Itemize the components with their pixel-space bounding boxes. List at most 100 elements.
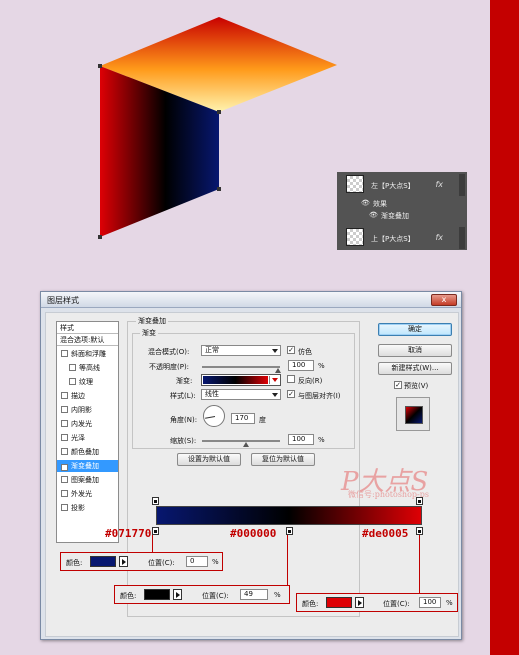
style-checkbox[interactable]: [61, 406, 68, 413]
eye-icon[interactable]: 👁: [361, 199, 370, 207]
style-item[interactable]: 内发光: [57, 418, 118, 430]
opacity-knob[interactable]: [275, 368, 281, 373]
styles-header[interactable]: 样式: [57, 322, 118, 334]
style-checkbox[interactable]: [61, 434, 68, 441]
style-item[interactable]: 内阴影: [57, 404, 118, 416]
style-item-label: 颜色叠加: [71, 448, 99, 456]
style-checkbox[interactable]: [61, 490, 68, 497]
style-item[interactable]: 斜面和浮雕: [57, 348, 118, 360]
dialog-titlebar[interactable]: 图层样式 x: [41, 292, 461, 308]
opacity-stop-left[interactable]: [152, 497, 159, 505]
style-item[interactable]: 纹理: [57, 376, 118, 388]
style-item[interactable]: 光泽: [57, 432, 118, 444]
color-swatch-2[interactable]: [144, 589, 170, 600]
scrollbar[interactable]: [459, 227, 465, 249]
gradient-preview-swatch[interactable]: [203, 376, 268, 384]
style-preview: [396, 397, 430, 431]
opacity-slider[interactable]: [202, 366, 280, 368]
fx-icon[interactable]: fx: [435, 233, 443, 242]
style-item[interactable]: 描边: [57, 390, 118, 402]
layer-thumbnail: [346, 228, 364, 246]
style-item[interactable]: 图案叠加: [57, 474, 118, 486]
layers-panel: 左【P大点S】 fx 👁 效果 👁 渐变叠加 上【P大点S】 fx: [337, 172, 467, 250]
align-layer-label: 与图层对齐(I): [298, 392, 341, 400]
angle-input[interactable]: 170: [231, 413, 255, 424]
style-item[interactable]: 等高线: [57, 362, 118, 374]
color-stop-1[interactable]: [152, 527, 159, 535]
scale-slider[interactable]: [202, 440, 280, 442]
reverse-checkbox[interactable]: [287, 375, 295, 383]
style-item[interactable]: ✓ 渐变叠加: [57, 460, 118, 472]
gradient-dropdown-arrow[interactable]: [269, 376, 279, 384]
eye-icon[interactable]: 👁: [369, 211, 378, 219]
style-item[interactable]: 投影: [57, 502, 118, 514]
position-input-2[interactable]: 49: [240, 589, 268, 600]
color-stop-popup-3: 颜色: 位置(C): 100 %: [296, 593, 458, 612]
cancel-button[interactable]: 取消: [378, 344, 452, 357]
style-item-label: 内发光: [71, 420, 92, 428]
scrollbar[interactable]: [459, 174, 465, 196]
gradient-picker[interactable]: [201, 374, 281, 386]
style-item[interactable]: 颜色叠加: [57, 446, 118, 458]
effect-label: 渐变叠加: [381, 212, 409, 220]
ok-button[interactable]: 确定: [378, 323, 452, 336]
style-item-label: 斜面和浮雕: [71, 350, 106, 358]
dither-checkbox[interactable]: ✓: [287, 346, 295, 354]
layer-name: 左【P大点S】: [371, 182, 415, 190]
layer-thumbnail: [346, 175, 364, 193]
preview-checkbox[interactable]: ✓: [394, 381, 402, 389]
style-item-label: 等高线: [79, 364, 100, 372]
style-item-label: 纹理: [79, 378, 93, 386]
opacity-input[interactable]: 100: [288, 360, 314, 371]
reset-default-button[interactable]: 复位为默认值: [251, 453, 315, 466]
scale-knob[interactable]: [243, 442, 249, 447]
color-stop-popup-1: 颜色: 位置(C): 0 %: [60, 552, 223, 571]
style-label: 样式(L):: [170, 392, 196, 400]
layer-style-dialog: 图层样式 x 样式 混合选项:默认 斜面和浮雕等高线纹理描边内阴影内发光光泽颜色…: [40, 291, 462, 640]
fx-icon[interactable]: fx: [435, 180, 443, 189]
style-checkbox[interactable]: [61, 476, 68, 483]
close-button[interactable]: x: [431, 294, 457, 306]
color-stop-2[interactable]: [286, 527, 293, 535]
angle-dial[interactable]: [203, 405, 225, 427]
preview-swatch: [405, 406, 423, 424]
blend-options-item[interactable]: 混合选项:默认: [57, 334, 118, 346]
styles-list: 样式 混合选项:默认 斜面和浮雕等高线纹理描边内阴影内发光光泽颜色叠加 ✓ 渐变叠加…: [56, 321, 119, 543]
style-item[interactable]: 外发光: [57, 488, 118, 500]
angle-label: 角度(N):: [170, 416, 198, 424]
style-select[interactable]: 线性: [201, 389, 281, 400]
opacity-stop-right[interactable]: [416, 497, 423, 505]
style-checkbox[interactable]: [69, 378, 76, 385]
style-item-label: 图案叠加: [71, 476, 99, 484]
gradient-bar[interactable]: [156, 506, 422, 525]
layer-row-top[interactable]: 上【P大点S】 fx: [337, 225, 457, 249]
style-checkbox[interactable]: [61, 448, 68, 455]
style-item-label: 内阴影: [71, 406, 92, 414]
style-checkbox[interactable]: ✓: [61, 464, 68, 471]
scale-input[interactable]: 100: [288, 434, 314, 445]
align-layer-checkbox[interactable]: ✓: [287, 390, 295, 398]
swatch-menu-button[interactable]: [173, 589, 182, 600]
style-checkbox[interactable]: [61, 392, 68, 399]
color-swatch-1[interactable]: [90, 556, 116, 567]
style-checkbox[interactable]: [61, 350, 68, 357]
new-style-button[interactable]: 新建样式(W)...: [378, 362, 452, 375]
set-default-button[interactable]: 设置为默认值: [177, 453, 241, 466]
position-input-1[interactable]: 0: [186, 556, 208, 567]
style-checkbox[interactable]: [69, 364, 76, 371]
opacity-label: 不透明度(P):: [149, 363, 190, 371]
color-stop-3[interactable]: [416, 527, 423, 535]
swatch-menu-button[interactable]: [119, 556, 128, 567]
layer-row-left[interactable]: 左【P大点S】 fx: [337, 172, 457, 196]
accent-side-bar: [490, 0, 519, 655]
blend-mode-select[interactable]: 正常: [201, 345, 281, 356]
section-title: 渐变叠加: [136, 316, 168, 326]
color-swatch-3[interactable]: [326, 597, 352, 608]
style-item-label: 描边: [71, 392, 85, 400]
style-checkbox[interactable]: [61, 504, 68, 511]
style-checkbox[interactable]: [61, 420, 68, 427]
swatch-menu-button[interactable]: [355, 597, 364, 608]
blend-mode-label: 混合模式(O):: [148, 348, 190, 356]
position-input-3[interactable]: 100: [419, 597, 441, 608]
style-item-label: 渐变叠加: [71, 462, 99, 470]
